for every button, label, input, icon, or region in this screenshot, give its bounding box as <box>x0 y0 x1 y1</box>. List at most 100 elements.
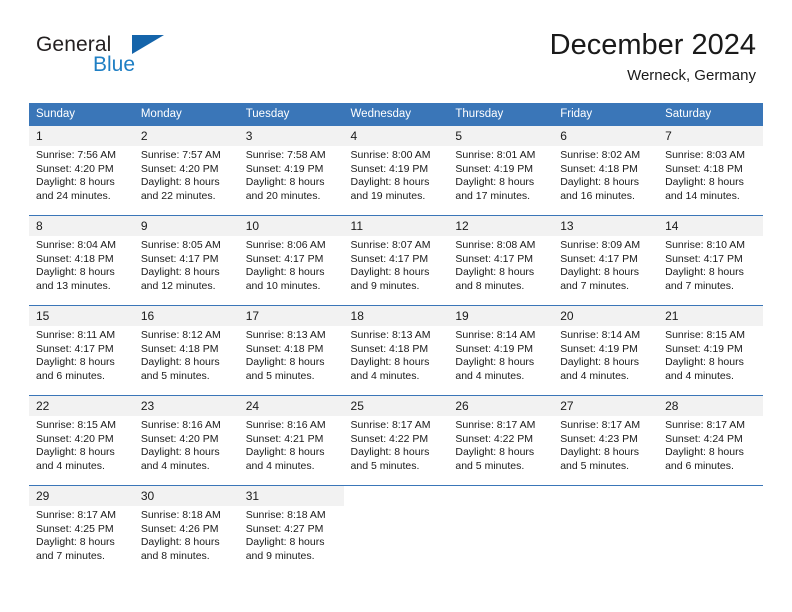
day-cell[interactable]: 5 Sunrise: 8:01 AM Sunset: 4:19 PM Daylight… <box>448 126 554 215</box>
daylight-text-line1: Daylight: 8 hours <box>36 356 115 369</box>
day-cell[interactable]: 15 Sunrise: 8:11 AM Sunset: 4:17 PM Dayligh… <box>29 306 134 395</box>
calendar-page: General Blue December 2024 Werneck, Germ… <box>0 0 792 612</box>
day-cell[interactable]: 24 Sunrise: 8:16 AM Sunset: 4:21 PM Dayligh… <box>238 396 344 485</box>
day-cell[interactable]: 28 Sunrise: 8:17 AM Sunset: 4:24 PM Dayligh… <box>658 396 763 485</box>
daylight-text-line1: Daylight: 8 hours <box>665 356 744 369</box>
day-cell[interactable]: 29 Sunrise: 8:17 AM Sunset: 4:25 PM Dayligh… <box>29 486 134 575</box>
day-cell[interactable]: 27 Sunrise: 8:17 AM Sunset: 4:23 PM Dayligh… <box>553 396 659 485</box>
sunrise-text: Sunrise: 8:07 AM <box>350 239 431 251</box>
day-cell[interactable]: 3 Sunrise: 7:58 AM Sunset: 4:19 PM Daylight… <box>238 126 344 215</box>
day-cell[interactable]: 4 Sunrise: 8:00 AM Sunset: 4:19 PM Daylight… <box>343 126 449 215</box>
daylight-text-line2: and 9 minutes. <box>245 549 315 562</box>
sunrise-text: Sunrise: 8:17 AM <box>455 419 536 431</box>
sunrise-text: Sunrise: 8:14 AM <box>560 329 641 341</box>
day-cell[interactable]: 23 Sunrise: 8:16 AM Sunset: 4:20 PM Dayligh… <box>133 396 239 485</box>
calendar-week-row: 22 Sunrise: 8:15 AM Sunset: 4:20 PM Dayligh… <box>29 395 763 486</box>
daylight-text-line2: and 5 minutes. <box>245 369 315 382</box>
sunrise-text: Sunrise: 8:09 AM <box>560 239 641 251</box>
calendar-cell: 5 Sunrise: 8:01 AM Sunset: 4:19 PM Daylight… <box>448 126 554 216</box>
day-details: Sunrise: 8:07 AM Sunset: 4:17 PM Daylight:… <box>344 236 449 293</box>
sunset-text: Sunset: 4:25 PM <box>36 522 114 535</box>
day-details <box>448 506 553 509</box>
day-number <box>343 486 449 506</box>
daylight-text-line2: and 4 minutes. <box>245 459 315 472</box>
day-cell[interactable]: 16 Sunrise: 8:12 AM Sunset: 4:18 PM Dayligh… <box>133 306 239 395</box>
day-cell[interactable]: 2 Sunrise: 7:57 AM Sunset: 4:20 PM Daylight… <box>133 126 239 215</box>
sunrise-text: Sunrise: 8:12 AM <box>140 329 221 341</box>
day-cell[interactable]: 17 Sunrise: 8:13 AM Sunset: 4:18 PM Dayligh… <box>238 306 344 395</box>
day-cell[interactable]: 9 Sunrise: 8:05 AM Sunset: 4:17 PM Daylight… <box>133 216 239 305</box>
daylight-text-line1: Daylight: 8 hours <box>245 176 325 189</box>
calendar-cell: 11 Sunrise: 8:07 AM Sunset: 4:17 PM Dayligh… <box>343 215 449 306</box>
logo-text-blue: Blue <box>93 53 136 76</box>
day-cell-empty <box>448 486 554 575</box>
daylight-text-line1: Daylight: 8 hours <box>140 446 220 459</box>
day-number: 27 <box>553 396 659 416</box>
day-cell[interactable]: 10 Sunrise: 8:06 AM Sunset: 4:17 PM Dayligh… <box>238 216 344 305</box>
sunset-text: Sunset: 4:24 PM <box>665 432 743 445</box>
calendar-cell: 23 Sunrise: 8:16 AM Sunset: 4:20 PM Dayligh… <box>133 395 239 486</box>
calendar-cell: 20 Sunrise: 8:14 AM Sunset: 4:19 PM Dayligh… <box>553 305 659 396</box>
daylight-text-line2: and 16 minutes. <box>560 189 635 202</box>
daylight-text-line2: and 20 minutes. <box>245 189 321 202</box>
calendar-week-row: 1 Sunrise: 7:56 AM Sunset: 4:20 PM Daylight… <box>29 126 763 216</box>
sunset-text: Sunset: 4:19 PM <box>455 342 534 355</box>
daylight-text-line2: and 4 minutes. <box>350 369 420 382</box>
calendar-cell: 2 Sunrise: 7:57 AM Sunset: 4:20 PM Daylight… <box>133 126 239 216</box>
sunset-text: Sunset: 4:17 PM <box>140 252 219 265</box>
sunset-text: Sunset: 4:17 PM <box>36 342 114 355</box>
logo-general-blue[interactable]: General Blue <box>36 34 256 86</box>
weekday-header-wednesday: Wednesday <box>343 103 449 126</box>
sunset-text: Sunset: 4:21 PM <box>245 432 324 445</box>
sunrise-text: Sunrise: 8:16 AM <box>140 419 221 431</box>
calendar-head: Sunday Monday Tuesday Wednesday Thursday… <box>29 103 763 126</box>
sunrise-text: Sunrise: 8:17 AM <box>350 419 431 431</box>
sunrise-text: Sunrise: 8:05 AM <box>140 239 221 251</box>
day-cell[interactable]: 18 Sunrise: 8:13 AM Sunset: 4:18 PM Dayligh… <box>343 306 449 395</box>
day-details <box>553 506 658 509</box>
calendar-cell <box>553 485 659 575</box>
day-cell[interactable]: 19 Sunrise: 8:14 AM Sunset: 4:19 PM Dayligh… <box>448 306 554 395</box>
page-title: December 2024 <box>549 29 756 61</box>
day-details: Sunrise: 8:18 AM Sunset: 4:26 PM Daylight:… <box>134 506 239 563</box>
daylight-text-line2: and 14 minutes. <box>665 189 740 202</box>
day-number: 25 <box>343 396 449 416</box>
day-cell[interactable]: 12 Sunrise: 8:08 AM Sunset: 4:17 PM Dayligh… <box>448 216 554 305</box>
day-number: 6 <box>553 126 659 146</box>
sunset-text: Sunset: 4:19 PM <box>350 162 429 175</box>
day-details: Sunrise: 8:15 AM Sunset: 4:20 PM Daylight:… <box>29 416 134 473</box>
day-details: Sunrise: 7:58 AM Sunset: 4:19 PM Daylight:… <box>239 146 344 203</box>
calendar-cell: 22 Sunrise: 8:15 AM Sunset: 4:20 PM Dayligh… <box>29 395 134 486</box>
sunrise-text: Sunrise: 7:56 AM <box>36 149 116 161</box>
day-cell[interactable]: 1 Sunrise: 7:56 AM Sunset: 4:20 PM Daylight… <box>29 126 134 215</box>
day-cell[interactable]: 26 Sunrise: 8:17 AM Sunset: 4:22 PM Dayligh… <box>448 396 554 485</box>
day-cell[interactable]: 14 Sunrise: 8:10 AM Sunset: 4:17 PM Dayligh… <box>658 216 763 305</box>
sunrise-text: Sunrise: 8:13 AM <box>245 329 326 341</box>
day-cell[interactable]: 8 Sunrise: 8:04 AM Sunset: 4:18 PM Daylight… <box>29 216 134 305</box>
day-cell[interactable]: 20 Sunrise: 8:14 AM Sunset: 4:19 PM Dayligh… <box>553 306 659 395</box>
day-cell[interactable]: 21 Sunrise: 8:15 AM Sunset: 4:19 PM Dayligh… <box>658 306 763 395</box>
day-details: Sunrise: 8:16 AM Sunset: 4:20 PM Daylight:… <box>134 416 239 473</box>
calendar-cell: 9 Sunrise: 8:05 AM Sunset: 4:17 PM Daylight… <box>133 215 239 306</box>
day-number: 17 <box>238 306 344 326</box>
day-cell[interactable]: 25 Sunrise: 8:17 AM Sunset: 4:22 PM Dayligh… <box>343 396 449 485</box>
day-cell[interactable]: 30 Sunrise: 8:18 AM Sunset: 4:26 PM Dayligh… <box>133 486 239 575</box>
calendar-cell: 3 Sunrise: 7:58 AM Sunset: 4:19 PM Daylight… <box>238 126 344 216</box>
day-cell[interactable]: 7 Sunrise: 8:03 AM Sunset: 4:18 PM Daylight… <box>658 126 763 215</box>
calendar-table: Sunday Monday Tuesday Wednesday Thursday… <box>29 103 763 575</box>
day-cell[interactable]: 13 Sunrise: 8:09 AM Sunset: 4:17 PM Dayligh… <box>553 216 659 305</box>
day-cell[interactable]: 22 Sunrise: 8:15 AM Sunset: 4:20 PM Dayligh… <box>29 396 134 485</box>
sunset-text: Sunset: 4:18 PM <box>245 342 324 355</box>
calendar-cell: 30 Sunrise: 8:18 AM Sunset: 4:26 PM Dayligh… <box>133 485 239 575</box>
day-cell[interactable]: 31 Sunrise: 8:18 AM Sunset: 4:27 PM Dayligh… <box>238 486 344 575</box>
daylight-text-line1: Daylight: 8 hours <box>350 176 430 189</box>
calendar-week-row: 8 Sunrise: 8:04 AM Sunset: 4:18 PM Daylight… <box>29 215 763 306</box>
sunset-text: Sunset: 4:18 PM <box>140 342 219 355</box>
daylight-text-line2: and 17 minutes. <box>455 189 531 202</box>
day-cell-empty <box>553 486 659 575</box>
day-details: Sunrise: 8:17 AM Sunset: 4:22 PM Daylight:… <box>344 416 449 473</box>
daylight-text-line2: and 4 minutes. <box>36 459 105 472</box>
day-number: 12 <box>448 216 554 236</box>
day-cell[interactable]: 6 Sunrise: 8:02 AM Sunset: 4:18 PM Daylight… <box>553 126 659 215</box>
day-cell[interactable]: 11 Sunrise: 8:07 AM Sunset: 4:17 PM Dayligh… <box>343 216 449 305</box>
